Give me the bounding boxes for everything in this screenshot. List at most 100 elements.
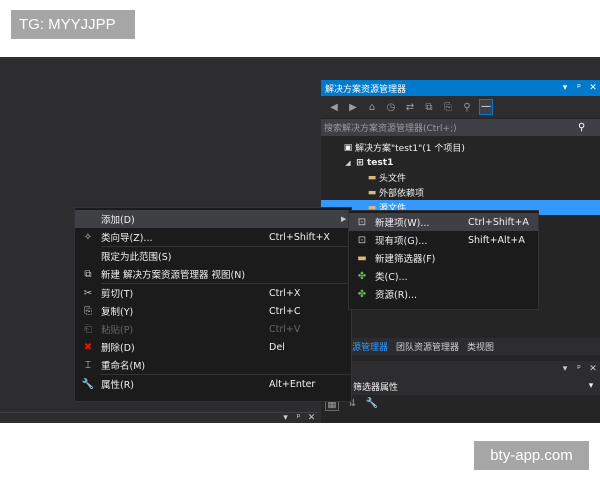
- menu-item[interactable]: 🔧 属性(R) Alt+Enter: [75, 375, 351, 393]
- tree-node[interactable]: ▬ 外部依赖项: [321, 185, 600, 200]
- bottom-panel-titlebar: ▾ ᵖ ✕: [0, 412, 318, 423]
- submenu-item-label: 类(C)...: [375, 272, 408, 283]
- menu-item-shortcut: Ctrl+Shift+X: [269, 231, 330, 243]
- menu-item[interactable]: ⎘ 复制(Y) Ctrl+C: [75, 302, 351, 320]
- submenu-item[interactable]: ⊡ 现有项(G)... Shift+Alt+A: [349, 231, 538, 249]
- folder-icon: ▬: [367, 187, 377, 198]
- search-input[interactable]: 搜索解决方案资源管理器(Ctrl+;): [324, 121, 578, 134]
- tree-node[interactable]: ▣ 解决方案"test1"(1 个项目): [321, 140, 600, 155]
- menu-item[interactable]: ⧉ 新建 解决方案资源管理器 视图(N): [75, 265, 351, 283]
- submenu-item[interactable]: ▬ 新建筛选器(F): [349, 249, 538, 267]
- properties-object-label: 筛选器属性: [353, 382, 399, 393]
- forward-icon[interactable]: ▶: [346, 102, 360, 113]
- menu-item[interactable]: ✖ 删除(D) Del: [75, 338, 351, 356]
- collapse-all-icon[interactable]: ⧉: [422, 102, 436, 113]
- solution-search-box[interactable]: 搜索解决方案资源管理器(Ctrl+;) ⚲: [321, 119, 600, 136]
- dropdown-icon[interactable]: ▾: [279, 413, 292, 423]
- tree-node[interactable]: ▬ 头文件: [321, 170, 600, 185]
- dropdown-icon[interactable]: ▾: [558, 83, 572, 93]
- submenu-item-label: 资源(R)...: [375, 290, 418, 301]
- watermark-bottom: bty-app.com: [474, 441, 589, 470]
- submenu-item-label: 新建项(W)...: [375, 218, 430, 229]
- pin-icon[interactable]: ᵖ: [572, 83, 586, 93]
- chevron-down-icon[interactable]: ▾: [582, 381, 600, 391]
- tab-1[interactable]: 团队资源管理器: [392, 340, 463, 353]
- menu-item-label: 剪切(T): [101, 289, 134, 300]
- tree-node-label: 头文件: [379, 174, 407, 184]
- submenu-item-shortcut: Shift+Alt+A: [468, 234, 525, 246]
- project-icon: ▣: [343, 142, 353, 153]
- close-icon[interactable]: ✕: [586, 83, 600, 93]
- close-icon[interactable]: ✕: [305, 413, 318, 423]
- folder-icon: ▬: [367, 172, 377, 183]
- ide-screenshot: 解决方案资源管理器 ▾ ᵖ ✕ ◀ ▶ ⌂ ◷ ⇄ ⧉ ⎘ ⚲ — 搜索解决方案资源管理器(Ct…: [0, 57, 600, 423]
- folder-icon: ▬: [357, 252, 367, 264]
- menu-item-label: 属性(R): [101, 380, 135, 391]
- class-icon: ✤: [357, 288, 367, 300]
- history-icon[interactable]: ◷: [384, 102, 398, 113]
- menu-item-shortcut: Ctrl+X: [269, 287, 301, 299]
- menu-item[interactable]: ⌶ 重命名(M): [75, 356, 351, 374]
- submenu-item-shortcut: Ctrl+Shift+A: [468, 216, 529, 228]
- properties-icon[interactable]: ⚲: [460, 102, 474, 113]
- properties-panel: ▾ ᵖ ✕ 筛选器属性 ▾ ▦ ⇅ 🔧: [321, 361, 600, 423]
- properties-object-selector[interactable]: 筛选器属性 ▾: [321, 377, 600, 395]
- menu-item-shortcut: Alt+Enter: [269, 378, 316, 390]
- class-icon: ✤: [357, 270, 367, 282]
- class-wizard-icon: ✧: [83, 231, 93, 243]
- menu-item-label: 重命名(M): [101, 361, 146, 372]
- new-view-icon: ⧉: [84, 268, 92, 280]
- wrench-icon: 🔧: [81, 378, 95, 390]
- submenu-item-label: 现有项(G)...: [375, 236, 428, 247]
- solution-explorer-titlebar: 解决方案资源管理器 ▾ ᵖ ✕: [321, 80, 600, 96]
- menu-item[interactable]: ✂ 剪切(T) Ctrl+X: [75, 284, 351, 302]
- expand-arrow-icon[interactable]: ◢: [343, 159, 353, 167]
- submenu-item[interactable]: ⊡ 新建项(W)... Ctrl+Shift+A: [349, 213, 538, 231]
- tab-2[interactable]: 类视图: [463, 340, 498, 353]
- properties-titlebar: ▾ ᵖ ✕: [321, 361, 600, 377]
- paste-icon: ⎗: [84, 323, 92, 335]
- new-item-icon: ⊡: [357, 216, 367, 228]
- rename-icon: ⌶: [85, 359, 91, 371]
- dropdown-icon[interactable]: ▾: [558, 364, 572, 374]
- menu-item[interactable]: 添加(D) ▶: [75, 210, 351, 228]
- solution-explorer-toolbar: ◀ ▶ ⌂ ◷ ⇄ ⧉ ⎘ ⚲ —: [321, 96, 600, 118]
- context-menu: 添加(D) ▶ ✧ 类向导(Z)... Ctrl+Shift+X 限定为此范围(S) ⧉ 新建…: [74, 207, 352, 402]
- menu-item[interactable]: 限定为此范围(S): [75, 247, 351, 265]
- menu-item-shortcut: Ctrl+C: [269, 305, 301, 317]
- copy-icon[interactable]: ⎘: [441, 102, 455, 113]
- menu-item-label: 类向导(Z)...: [101, 233, 153, 244]
- submenu-item-label: 新建筛选器(F): [375, 254, 436, 265]
- menu-item-label: 新建 解决方案资源管理器 视图(N): [101, 270, 246, 281]
- menu-item-shortcut: Del: [269, 341, 285, 353]
- submenu-item[interactable]: ✤ 资源(R)...: [349, 285, 538, 303]
- tree-node-label: test1: [367, 157, 394, 168]
- solution-tree: ▣ 解决方案"test1"(1 个项目) ◢ ⊞ test1 ▬ 头文件 ▬ 外部依赖项 ▬ 源文件: [321, 137, 600, 215]
- close-icon[interactable]: ✕: [586, 364, 600, 374]
- menu-item[interactable]: ⎗ 粘贴(P) Ctrl+V: [75, 320, 351, 338]
- solution-explorer-tabs: 方案资源管理器 团队资源管理器 类视图: [321, 338, 600, 355]
- submenu-item[interactable]: ✤ 类(C)...: [349, 267, 538, 285]
- menu-item-label: 限定为此范围(S): [101, 252, 172, 263]
- delete-icon: ✖: [83, 341, 93, 353]
- back-icon[interactable]: ◀: [327, 102, 341, 113]
- tree-node[interactable]: ◢ ⊞ test1: [321, 155, 600, 170]
- menu-item[interactable]: ✧ 类向导(Z)... Ctrl+Shift+X: [75, 228, 351, 246]
- search-icon[interactable]: ⚲: [578, 122, 600, 133]
- pin-icon[interactable]: ᵖ: [572, 364, 586, 374]
- menu-item-label: 复制(Y): [101, 307, 134, 318]
- menu-item-shortcut: Ctrl+V: [269, 323, 301, 335]
- properties-toolbar: ▦ ⇅ 🔧: [321, 395, 600, 413]
- watermark-top: TG: MYYJJPP: [11, 10, 135, 39]
- project-icon: ⊞: [356, 157, 364, 168]
- pin-icon[interactable]: ᵖ: [292, 413, 305, 423]
- preview-icon[interactable]: —: [479, 99, 493, 115]
- home-icon[interactable]: ⌂: [365, 102, 379, 113]
- solution-explorer-title: 解决方案资源管理器: [325, 84, 407, 95]
- cut-icon: ✂: [83, 287, 93, 299]
- tree-node-label: 外部依赖项: [379, 189, 425, 199]
- sync-icon[interactable]: ⇄: [403, 102, 417, 113]
- menu-item-label: 粘贴(P): [101, 325, 134, 336]
- property-pages-icon[interactable]: 🔧: [365, 397, 379, 411]
- copy-icon: ⎘: [84, 305, 92, 317]
